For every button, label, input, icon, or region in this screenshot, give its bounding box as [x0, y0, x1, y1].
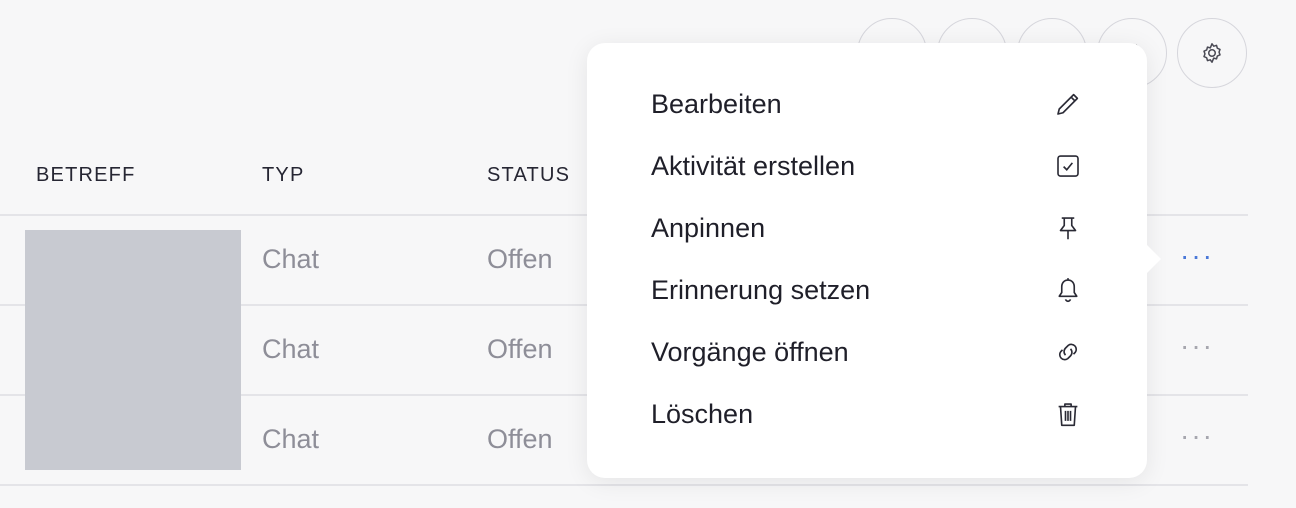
menu-item-label: Bearbeiten: [651, 88, 782, 119]
column-header-status[interactable]: STATUS: [487, 164, 570, 187]
pencil-icon: [1053, 89, 1083, 119]
menu-item-label: Anpinnen: [651, 212, 766, 243]
cell-status: Offen: [487, 244, 553, 274]
menu-item-reminder[interactable]: Erinnerung setzen: [651, 267, 1083, 313]
menu-item-label: Vorgänge öffnen: [651, 336, 849, 367]
column-header-betreff[interactable]: BETREFF: [36, 164, 136, 187]
menu-item-pin[interactable]: Anpinnen: [651, 205, 1083, 251]
cell-status: Offen: [487, 424, 553, 454]
menu-item-label: Löschen: [651, 398, 754, 429]
link-icon: [1053, 337, 1083, 367]
cell-typ: Chat: [262, 334, 320, 364]
menu-item-delete[interactable]: Löschen: [651, 391, 1083, 437]
checkbox-icon: [1053, 151, 1083, 181]
row-context-menu: Bearbeiten Aktivität erstellen Anpinnen …: [587, 43, 1161, 478]
gear-icon: [1203, 43, 1221, 63]
bell-icon: [1053, 275, 1083, 305]
pin-icon: [1053, 213, 1083, 243]
menu-item-open-cases[interactable]: Vorgänge öffnen: [651, 329, 1083, 375]
cell-status: Offen: [487, 334, 553, 364]
menu-item-label: Aktivität erstellen: [651, 150, 856, 181]
menu-item-create-activity[interactable]: Aktivität erstellen: [651, 143, 1083, 189]
menu-item-edit[interactable]: Bearbeiten: [651, 81, 1083, 127]
row-more-button[interactable]: ···: [1180, 330, 1214, 362]
menu-item-label: Erinnerung setzen: [651, 274, 871, 305]
trash-icon: [1053, 399, 1083, 429]
cell-typ: Chat: [262, 244, 320, 274]
row-more-button[interactable]: ···: [1180, 240, 1214, 272]
row-more-button[interactable]: ···: [1180, 420, 1214, 452]
settings-button[interactable]: [1177, 18, 1247, 88]
cell-typ: Chat: [262, 424, 320, 454]
column-header-typ[interactable]: TYP: [262, 164, 305, 187]
redacted-subject-block: [25, 230, 241, 470]
